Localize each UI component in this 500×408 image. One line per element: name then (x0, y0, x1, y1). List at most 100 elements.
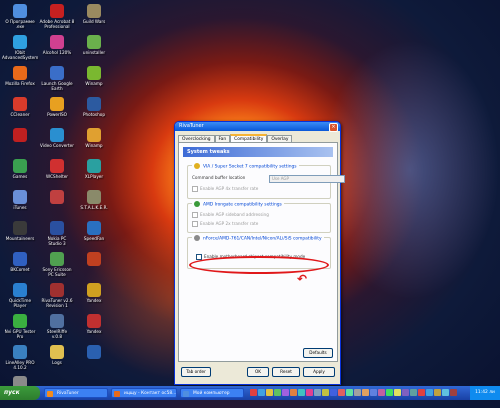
reset-button[interactable]: Reset (272, 367, 300, 377)
tray-icon[interactable] (322, 389, 329, 396)
agp2x-checkbox[interactable] (192, 221, 198, 227)
desktop-icon[interactable]: Games (2, 157, 38, 191)
desktop-icon[interactable]: Adobe Acrobat 8 Professional (39, 2, 75, 36)
desktop-icon-label: WCShelter (45, 174, 69, 179)
amd-group: AMD Irongate compatibility settings Enab… (187, 201, 331, 233)
tray-icon[interactable] (418, 389, 425, 396)
tray-icon[interactable] (370, 389, 377, 396)
desktop-icon[interactable]: WCShelter (39, 157, 75, 191)
task-browser[interactable]: ицщу - Контакт ос58... (111, 388, 177, 398)
tray-icon[interactable] (346, 389, 353, 396)
compatibility-panel: System tweaks VIA / Super Socket 7 compa… (178, 142, 345, 362)
desktop-icon[interactable]: CCleaner (2, 95, 38, 129)
tray-icon[interactable] (386, 389, 393, 396)
desktop-icon-label: Alcohol 120% (42, 50, 72, 55)
computer-task-icon (183, 391, 189, 397)
app-icon (50, 314, 64, 328)
tray-icon[interactable] (442, 389, 449, 396)
agp4x-checkbox[interactable] (192, 186, 198, 192)
task-my-computer[interactable]: Мой компьютер (180, 388, 244, 398)
sideband-checkbox-row[interactable]: Enable AGP sideband addressing (192, 212, 269, 218)
rivatuner-task-icon (47, 391, 53, 397)
tab-order-button[interactable]: Tab order (181, 367, 211, 377)
tray-icon[interactable] (314, 389, 321, 396)
desktop-icon[interactable]: QuickTime Player (2, 281, 38, 315)
task-rivatuner[interactable]: RivaTuner (44, 388, 108, 398)
desktop-icon[interactable] (76, 343, 112, 377)
desktop-icon[interactable]: SpeedFan (76, 219, 112, 253)
desktop-icon[interactable]: Video Converter (39, 126, 75, 160)
desktop-icon[interactable]: S.T.A.L.K.E.R. (76, 188, 112, 222)
taskbar: пуск RivaTuner ицщу - Контакт ос58... Мо… (0, 386, 500, 400)
apply-button[interactable]: Apply (303, 367, 335, 377)
tray-icon[interactable] (434, 389, 441, 396)
desktop-icon[interactable]: uninstaller (76, 33, 112, 67)
tray-icon[interactable] (298, 389, 305, 396)
desktop-icon[interactable]: Mozilla Firefox (2, 64, 38, 98)
window-titlebar[interactable]: RivaTuner × (175, 122, 340, 132)
tray-icon[interactable] (338, 389, 345, 396)
sideband-label: Enable AGP sideband addressing (200, 212, 269, 217)
tray-icon[interactable] (258, 389, 265, 396)
tray-icon[interactable] (402, 389, 409, 396)
tray-icon[interactable] (282, 389, 289, 396)
agp2x-checkbox-row[interactable]: Enable AGP 2x transfer rate (192, 221, 258, 227)
desktop-icon[interactable]: Nokia PC Studio 3 (39, 219, 75, 253)
tray-icon[interactable] (290, 389, 297, 396)
tray-icon[interactable] (362, 389, 369, 396)
desktop-icon[interactable]: Yandex (76, 281, 112, 315)
desktop-icon-label: S.T.A.L.K.E.R. (80, 205, 108, 210)
tray-icon[interactable] (266, 389, 273, 396)
tray-icon[interactable] (250, 389, 257, 396)
desktop-icon[interactable] (39, 188, 75, 222)
desktop-icon[interactable]: Sony Ericsson PC Suite (39, 250, 75, 284)
agp4x-label: Enable AGP 4x transfer rate (200, 186, 259, 191)
desktop-icon[interactable]: BKComet (2, 250, 38, 284)
start-button[interactable]: пуск (0, 386, 40, 400)
close-button[interactable]: × (329, 123, 338, 132)
fan-icon (87, 221, 101, 235)
sideband-checkbox[interactable] (192, 212, 198, 218)
command-buffer-select[interactable]: Use AGP (269, 175, 345, 183)
desktop-icon[interactable]: Alcohol 120% (39, 33, 75, 67)
desktop-icon[interactable]: iTunes (2, 188, 38, 222)
desktop-icon[interactable]: PowerISO (39, 95, 75, 129)
wc-icon (50, 159, 64, 173)
tray-icon[interactable] (450, 389, 457, 396)
tray-icon[interactable] (394, 389, 401, 396)
desktop-icon-label: IObit AdvancedSystem (2, 50, 39, 60)
ok-button[interactable]: OK (247, 367, 269, 377)
tray-icon[interactable] (274, 389, 281, 396)
desktop-icon[interactable]: XLPlayer (76, 157, 112, 191)
tray-icon[interactable] (330, 389, 337, 396)
tray-icon[interactable] (354, 389, 361, 396)
desktop-icon[interactable]: SteelRiffe v.0.8 (39, 312, 75, 346)
tray-icon[interactable] (306, 389, 313, 396)
desktop-icon[interactable]: Mountaineers (2, 219, 38, 253)
desktop-icon[interactable]: Yandex (76, 312, 112, 346)
desktop-icon[interactable]: О Программе .exe (2, 2, 38, 36)
desktop-icon[interactable]: LineAlley PRO 4.10.2 (2, 343, 38, 377)
agp2x-label: Enable AGP 2x transfer rate (200, 221, 259, 226)
agp4x-checkbox-row[interactable]: Enable AGP 4x transfer rate (192, 186, 258, 192)
desktop-icon-label: Mozilla Firefox (5, 81, 35, 86)
desktop-icon[interactable]: Logs (39, 343, 75, 377)
desktop-icon[interactable]: Guild Wars (76, 2, 112, 36)
desktop-icon[interactable]: IObit AdvancedSystem (2, 33, 38, 67)
tray-icon[interactable] (378, 389, 385, 396)
desktop-icon[interactable] (2, 126, 38, 160)
desktop-icon[interactable]: Winamp (76, 126, 112, 160)
system-clock[interactable]: 11:42 ли (470, 386, 500, 400)
desktop-icon[interactable]: Launch Google Earth (39, 64, 75, 98)
desktop-icon-label: Nokia PC Studio 3 (47, 236, 67, 246)
tray-icon[interactable] (410, 389, 417, 396)
desktop-icon[interactable] (76, 250, 112, 284)
desktop-icon[interactable]: RivaTuner v2.6 Revision 1 (39, 281, 75, 315)
video-icon (50, 128, 64, 142)
desktop-icon[interactable]: Photoshop (76, 95, 112, 129)
photoshop-icon (87, 97, 101, 111)
desktop-icon[interactable]: Nvi GPU Tester Pro (2, 312, 38, 346)
tray-icon[interactable] (426, 389, 433, 396)
desktop-icon[interactable]: Winamp (76, 64, 112, 98)
defaults-button[interactable]: Defaults (303, 348, 333, 358)
